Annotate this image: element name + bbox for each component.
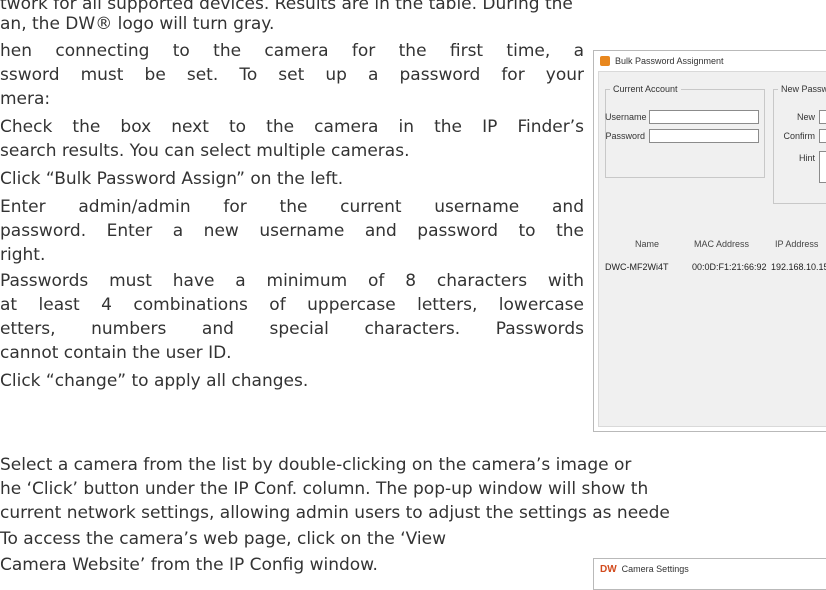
doc-line-2: an, the DW® logo will turn gray. [0,14,275,34]
cell-ip: 192.168.10.159 [771,262,826,272]
cell-mac: 00:0D:F1:21:66:92 [692,262,767,272]
doc-line-19: current network settings, allowing admin… [0,503,670,523]
camera-window-titlebar: DW Camera Settings [594,559,826,579]
bulk-password-window: Bulk Password Assignment Current Account… [593,50,826,432]
doc-line-1: twork for all supported devices. Results… [0,0,573,14]
doc-line-11: right. [0,245,46,265]
doc-line-9: Enter admin/admin for the current userna… [0,197,584,217]
username-label: Username [605,112,647,122]
doc-line-14: etters, numbers and special characters. … [0,319,584,339]
username-input[interactable] [649,110,759,124]
window-titlebar: Bulk Password Assignment [594,51,826,71]
new-label: New [796,112,815,122]
new-password-input[interactable] [819,110,826,124]
doc-line-5: mera: [0,89,51,109]
doc-line-21: Camera Website’ from the IP Config windo… [0,555,378,575]
window-content: Current Account Username Password New Pa… [598,71,826,427]
doc-line-3: hen connecting to the camera for the fir… [0,41,584,61]
new-password-group: New Passw [773,84,826,204]
hint-label: Hint [798,153,815,163]
hint-input[interactable] [819,151,826,183]
doc-line-8: Click “Bulk Password Assign” on the left… [0,169,344,189]
doc-line-7: search results. You can select multiple … [0,141,410,161]
confirm-label: Confirm [783,131,815,141]
new-password-legend: New Passw [781,84,826,94]
window-title: Bulk Password Assignment [615,56,724,66]
column-header-mac: MAC Address [694,239,750,249]
column-header-name: Name [635,239,660,249]
doc-line-17: Select a camera from the list by double-… [0,455,632,475]
doc-line-20: To access the camera’s web page, click o… [0,529,446,549]
doc-line-4: ssword must be set. To set up a password… [0,65,584,85]
column-header-ip: IP Address [775,239,819,249]
doc-line-6: Check the box next to the camera in the … [0,117,584,137]
cell-name: DWC-MF2Wi4T [605,262,669,272]
doc-line-12: Passwords must have a minimum of 8 chara… [0,271,584,291]
doc-line-10: password. Enter a new username and passw… [0,221,584,241]
doc-line-15: cannot contain the user ID. [0,343,232,363]
current-account-legend: Current Account [613,84,678,94]
confirm-password-input[interactable] [819,129,826,143]
doc-line-18: he ‘Click’ button under the IP Conf. col… [0,479,649,499]
doc-line-13: at least 4 combinations of uppercase let… [0,295,584,315]
camera-window-title: Camera Settings [621,564,689,574]
dw-logo: DW [600,563,617,575]
password-input[interactable] [649,129,759,143]
doc-line-16: Click “change” to apply all changes. [0,371,309,391]
table-row[interactable]: DWC-MF2Wi4T 00:0D:F1:21:66:92 192.168.10… [599,260,826,276]
camera-settings-window: DW Camera Settings [593,558,826,590]
app-icon [600,56,610,66]
password-label: Password [605,131,645,141]
